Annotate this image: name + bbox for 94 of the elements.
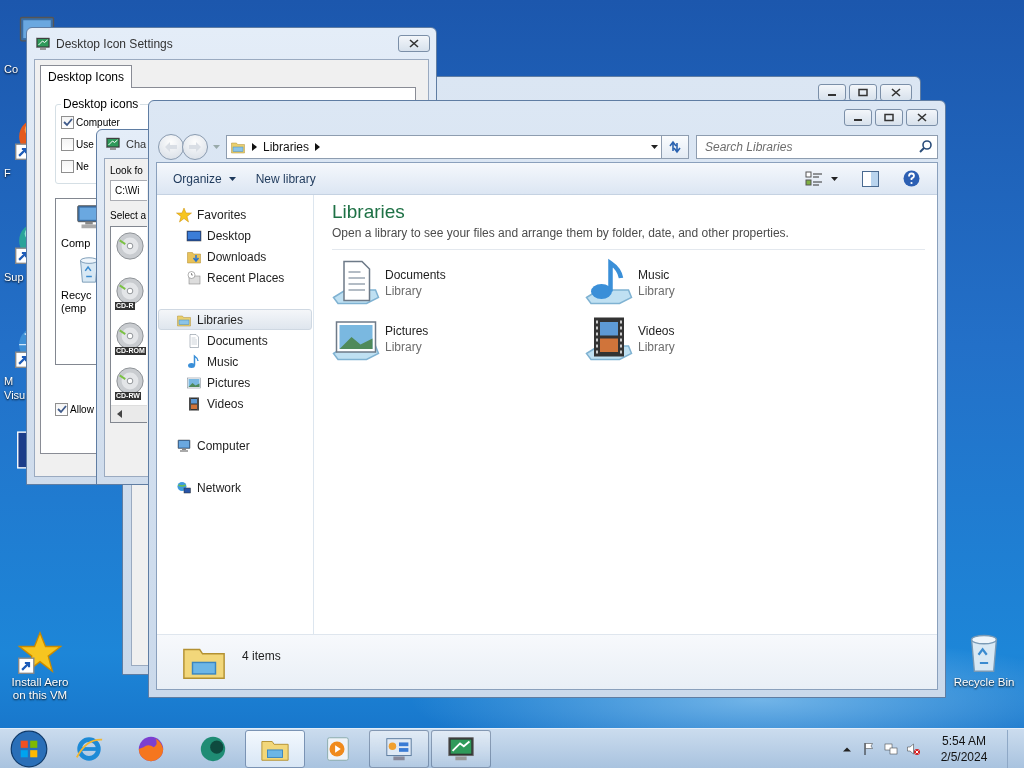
close-icon — [890, 88, 902, 97]
checkbox[interactable] — [61, 159, 74, 173]
desktop-icon-label[interactable]: Recycle Bin — [953, 676, 1015, 689]
breadcrumb-link[interactable]: Libraries — [263, 139, 310, 154]
nav-item[interactable]: Pictures — [158, 372, 312, 393]
close-button[interactable] — [906, 109, 938, 126]
nav-item[interactable]: Network — [158, 477, 312, 498]
refresh-icon — [668, 139, 682, 154]
star-icon — [176, 206, 192, 223]
path-field[interactable]: C:\Wi — [110, 180, 147, 201]
clock-box-icon — [186, 269, 202, 286]
search-field[interactable]: Search Libraries — [696, 134, 938, 159]
computer-icon — [176, 437, 192, 454]
muted-speaker-icon[interactable] — [905, 740, 921, 757]
caret-icon — [228, 176, 236, 181]
preview-pane-icon — [862, 170, 879, 187]
checkmark-icon — [62, 117, 73, 127]
checkbox[interactable] — [61, 137, 74, 151]
refresh-button[interactable] — [662, 134, 689, 159]
close-icon — [408, 39, 420, 48]
maximize-icon — [857, 88, 869, 97]
monitor-icon — [105, 136, 121, 152]
close-icon — [916, 113, 928, 122]
breadcrumb-arrow-icon[interactable] — [252, 142, 257, 151]
library-name[interactable]: Videos — [638, 323, 675, 339]
nav-item[interactable]: Libraries — [158, 309, 312, 330]
icon-label[interactable]: Comp — [61, 237, 91, 250]
library-type: Library — [638, 283, 675, 299]
field-label: Look fo — [110, 165, 143, 176]
page-heading: Libraries — [332, 201, 406, 223]
library-name[interactable]: Pictures — [385, 323, 429, 339]
window-title: Desktop Icon Settings — [56, 36, 174, 51]
caret-icon — [650, 144, 658, 149]
window-title: Cha — [126, 138, 147, 150]
scroll-left-arrow-icon[interactable] — [117, 410, 122, 418]
maximize-icon — [883, 113, 895, 122]
nav-item[interactable]: Music — [158, 351, 312, 372]
desktop-icon-label[interactable]: F — [4, 166, 11, 180]
library-name[interactable]: Documents — [385, 267, 446, 283]
music-note-icon[interactable] — [585, 257, 633, 305]
group-title: Desktop icons — [62, 97, 140, 111]
toolbar-button[interactable]: New library — [248, 167, 323, 190]
clock-time[interactable]: 5:54 AM — [942, 732, 986, 749]
library-name[interactable]: Music — [638, 267, 675, 283]
close-button[interactable] — [398, 35, 430, 52]
toolbar-button[interactable]: Organize — [166, 167, 243, 190]
star-icon[interactable] — [18, 630, 62, 674]
nav-item[interactable]: Computer — [158, 435, 312, 456]
tab[interactable]: Desktop Icons — [40, 65, 133, 88]
globe-monitor-icon — [176, 479, 192, 496]
desktop-icon-label[interactable]: Install Aero on this VM — [4, 676, 76, 702]
film-strip-icon — [186, 395, 202, 412]
maximize-button[interactable] — [875, 109, 903, 126]
nav-item[interactable]: Videos — [158, 393, 312, 414]
taskbar-button[interactable] — [431, 729, 491, 768]
back-arrow-icon — [165, 141, 177, 152]
document-icon — [186, 332, 202, 349]
caret-icon — [831, 176, 838, 181]
list-view-icon — [805, 170, 823, 187]
library-type: Library — [385, 339, 423, 355]
checkbox[interactable] — [61, 115, 74, 129]
checkmark-icon — [56, 405, 67, 414]
windows-logo-icon[interactable] — [10, 729, 48, 768]
monitor-icon — [35, 35, 51, 52]
nav-item[interactable]: Downloads — [158, 246, 312, 267]
library-type: Library — [385, 283, 423, 299]
checkbox-label[interactable]: Use — [76, 138, 94, 150]
clock-date[interactable]: 2/5/2024 — [940, 748, 988, 765]
minimize-button[interactable] — [844, 109, 872, 126]
breadcrumb-arrow-icon[interactable] — [315, 142, 321, 151]
caret-icon — [212, 144, 220, 149]
checkbox[interactable] — [55, 403, 68, 416]
nav-item[interactable]: Recent Places — [158, 267, 312, 288]
checkbox-label[interactable]: Ne — [76, 160, 89, 172]
picture-icon — [186, 374, 202, 391]
page-description: Open a library to see your files and arrange them by folder, date, and other properties. — [332, 225, 790, 241]
checkbox-label[interactable]: Computer — [76, 116, 120, 128]
desktop-icon-label[interactable]: M Visu — [4, 374, 26, 402]
item-count: 4 items — [242, 649, 281, 663]
library-type: Library — [638, 339, 675, 355]
address-bar[interactable]: Libraries — [226, 134, 662, 159]
field-label: Select a — [110, 210, 147, 221]
nav-item[interactable]: Documents — [158, 330, 312, 351]
desktop-icon-label[interactable]: Sup — [4, 270, 24, 284]
checkbox-label[interactable]: Allow — [70, 404, 94, 415]
desktop-screen-icon — [186, 227, 202, 244]
desktop-icon-label[interactable]: Co — [4, 62, 19, 76]
forward-arrow-icon — [189, 141, 201, 152]
help-icon — [903, 170, 920, 187]
icon-label[interactable]: Recyc (emp — [61, 289, 92, 315]
nav-item[interactable]: Favorites — [158, 204, 312, 225]
music-note-icon — [186, 353, 202, 370]
nav-item[interactable]: Desktop — [158, 225, 312, 246]
disc-icon[interactable] — [115, 276, 145, 306]
